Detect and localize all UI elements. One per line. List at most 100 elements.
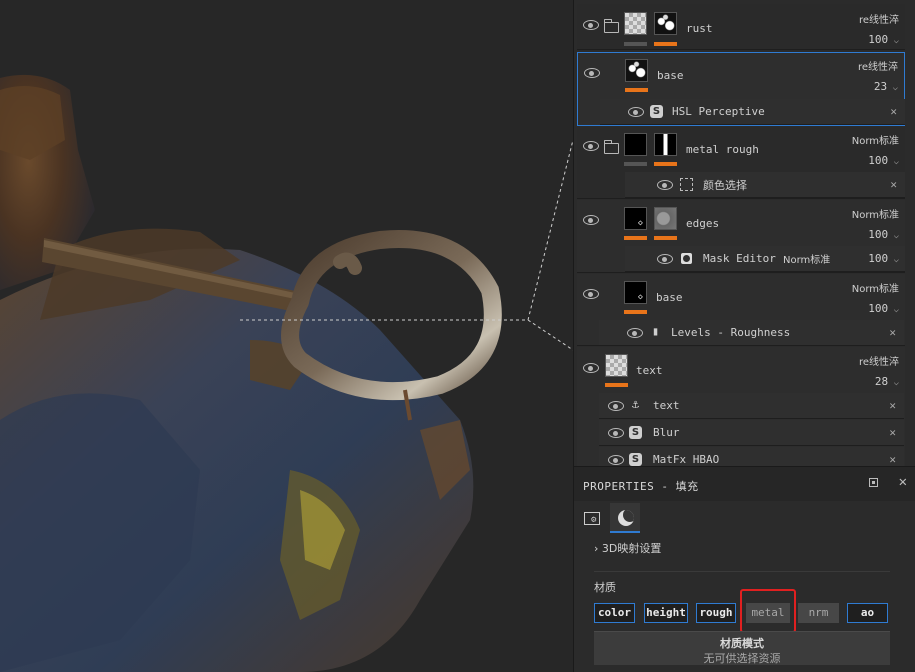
effect-row-mask-editor[interactable]: Mask Editor Norm标准 ⌵ 100 [625, 246, 905, 272]
close-icon[interactable]: ✕ [889, 453, 896, 466]
channel-nrm-button[interactable]: nrm [798, 603, 839, 623]
layer-stack[interactable]: rust re线性淬 100 base re线性淬 23 S HSL Perce… [574, 0, 915, 466]
mask-thumbnail[interactable] [654, 12, 677, 35]
effect-name[interactable]: 颜色选择 [703, 177, 747, 193]
material-mode-title: 材质模式 [720, 637, 764, 650]
chevron-down-icon[interactable]: ⌵ [823, 251, 829, 262]
mask-thumbnail[interactable] [654, 133, 677, 156]
effect-name[interactable]: Levels - Roughness [671, 326, 790, 339]
channel-rough-button[interactable]: rough [696, 603, 736, 623]
selection-icon [680, 178, 693, 191]
close-icon[interactable]: ✕ [889, 426, 896, 439]
eye-icon[interactable] [657, 254, 673, 264]
layer-row-edges[interactable]: edges Norm标准 100 Mask Editor Norm标准 ⌵ 10… [577, 200, 905, 273]
close-icon[interactable]: ✕ [890, 105, 897, 118]
effect-row-color-select[interactable]: 颜色选择 ✕ [625, 172, 905, 198]
layer-thumbnail [624, 133, 647, 156]
effect-row-levels[interactable]: ▮ Levels - Roughness ✕ [599, 320, 904, 346]
opacity-value[interactable]: 100 [868, 154, 899, 167]
effect-name[interactable]: Mask Editor [703, 252, 776, 265]
channel-ao-button[interactable]: ao [847, 603, 888, 623]
settings-icon [584, 512, 600, 525]
mask-active-bar [654, 42, 677, 46]
blend-mode[interactable]: Norm标准 [852, 132, 899, 147]
eye-icon[interactable] [583, 20, 599, 30]
effect-row-hbao[interactable]: S MatFx HBAO ✕ [599, 447, 904, 466]
eye-icon[interactable] [628, 107, 644, 117]
eye-icon[interactable] [608, 401, 624, 411]
layer-name[interactable]: base [656, 291, 683, 304]
layer-name[interactable]: metal rough [686, 143, 759, 156]
effect-row-text-anchor[interactable]: ⚓ text ✕ [599, 393, 904, 419]
mask-active-bar [654, 162, 677, 166]
opacity-value[interactable]: 100 [868, 228, 899, 241]
effect-name[interactable]: HSL Perceptive [672, 105, 765, 118]
layer-name[interactable]: base [657, 69, 684, 82]
mask-editor-icon [680, 252, 693, 265]
mask-active-bar [625, 88, 648, 92]
undock-icon[interactable] [869, 478, 878, 487]
effect-opacity[interactable]: 100 [868, 252, 899, 265]
layer-name[interactable]: text [636, 364, 663, 377]
layer-color-bar [624, 236, 647, 240]
eye-icon[interactable] [608, 428, 624, 438]
layer-row-metal-rough[interactable]: metal rough Norm标准 100 颜色选择 ✕ [577, 127, 905, 199]
eye-icon[interactable] [608, 455, 624, 465]
opacity-value[interactable]: 23 [874, 80, 898, 93]
divider [594, 571, 890, 572]
layer-scrollbar[interactable] [910, 0, 914, 466]
layer-name[interactable]: rust [686, 22, 713, 35]
material-mode-button[interactable]: 材质模式 无可供选择资源 [594, 631, 890, 665]
layer-row-base-selected[interactable]: base re线性淬 23 S HSL Perceptive ✕ [577, 52, 905, 126]
layer-row-text[interactable]: text re线性淬 28 ⚓ text ✕ S Blur ✕ S MatFx … [577, 347, 905, 466]
layer-thumbnail [624, 207, 647, 230]
effect-row-hsl[interactable]: S HSL Perceptive ✕ [600, 99, 905, 125]
layer-row-base[interactable]: base Norm标准 100 ▮ Levels - Roughness ✕ [577, 274, 905, 346]
eye-icon[interactable] [627, 328, 643, 338]
properties-title: PROPERTIES - 填充 [583, 480, 699, 493]
eye-icon[interactable] [583, 363, 599, 373]
close-icon[interactable]: ✕ [889, 399, 896, 412]
blend-mode[interactable]: Norm标准 [852, 280, 899, 295]
section-3d-mapping[interactable]: › 3D映射设置 [594, 540, 661, 556]
eye-icon[interactable] [583, 141, 599, 151]
substance-icon: S [629, 453, 642, 466]
layer-mask-bar [624, 42, 647, 46]
mask-active-bar [654, 236, 677, 240]
blend-mode[interactable]: re线性淬 [858, 58, 898, 73]
eye-icon[interactable] [657, 180, 673, 190]
blend-mode[interactable]: Norm标准 [852, 206, 899, 221]
effect-name[interactable]: MatFx HBAO [653, 453, 719, 466]
effect-name[interactable]: Blur [653, 426, 680, 439]
mask-thumbnail[interactable] [654, 207, 677, 230]
layer-name[interactable]: edges [686, 217, 719, 230]
blend-mode[interactable]: re线性淬 [859, 353, 899, 368]
opacity-value[interactable]: 100 [868, 302, 899, 315]
channel-height-button[interactable]: height [644, 603, 688, 623]
channel-color-button[interactable]: color [594, 603, 635, 623]
opacity-value[interactable]: 28 [875, 375, 899, 388]
opacity-value[interactable]: 100 [868, 33, 899, 46]
eye-icon[interactable] [584, 68, 600, 78]
substance-icon: S [650, 105, 663, 118]
layer-row-rust[interactable]: rust re线性淬 100 [577, 4, 905, 50]
close-icon[interactable]: ✕ [889, 326, 896, 339]
folder-icon [604, 140, 619, 154]
3d-viewport[interactable] [0, 0, 573, 672]
blend-mode[interactable]: re线性淬 [859, 11, 899, 26]
material-mode-subtitle: 无可供选择资源 [703, 652, 781, 665]
close-icon[interactable]: ✕ [890, 178, 897, 191]
effect-name[interactable]: text [653, 399, 680, 412]
effect-row-blur[interactable]: S Blur ✕ [599, 420, 904, 446]
eye-icon[interactable] [583, 215, 599, 225]
layer-color-bar [624, 310, 647, 314]
tab-settings[interactable] [577, 503, 607, 533]
tab-material[interactable] [610, 503, 640, 533]
material-label: 材质 [594, 581, 616, 594]
eye-icon[interactable] [583, 289, 599, 299]
layer-thumbnail[interactable] [625, 59, 648, 82]
properties-tabs [574, 501, 915, 533]
highlight-annotation [740, 589, 796, 633]
close-icon[interactable]: ✕ [899, 474, 907, 490]
grenade-model-render [0, 74, 573, 672]
